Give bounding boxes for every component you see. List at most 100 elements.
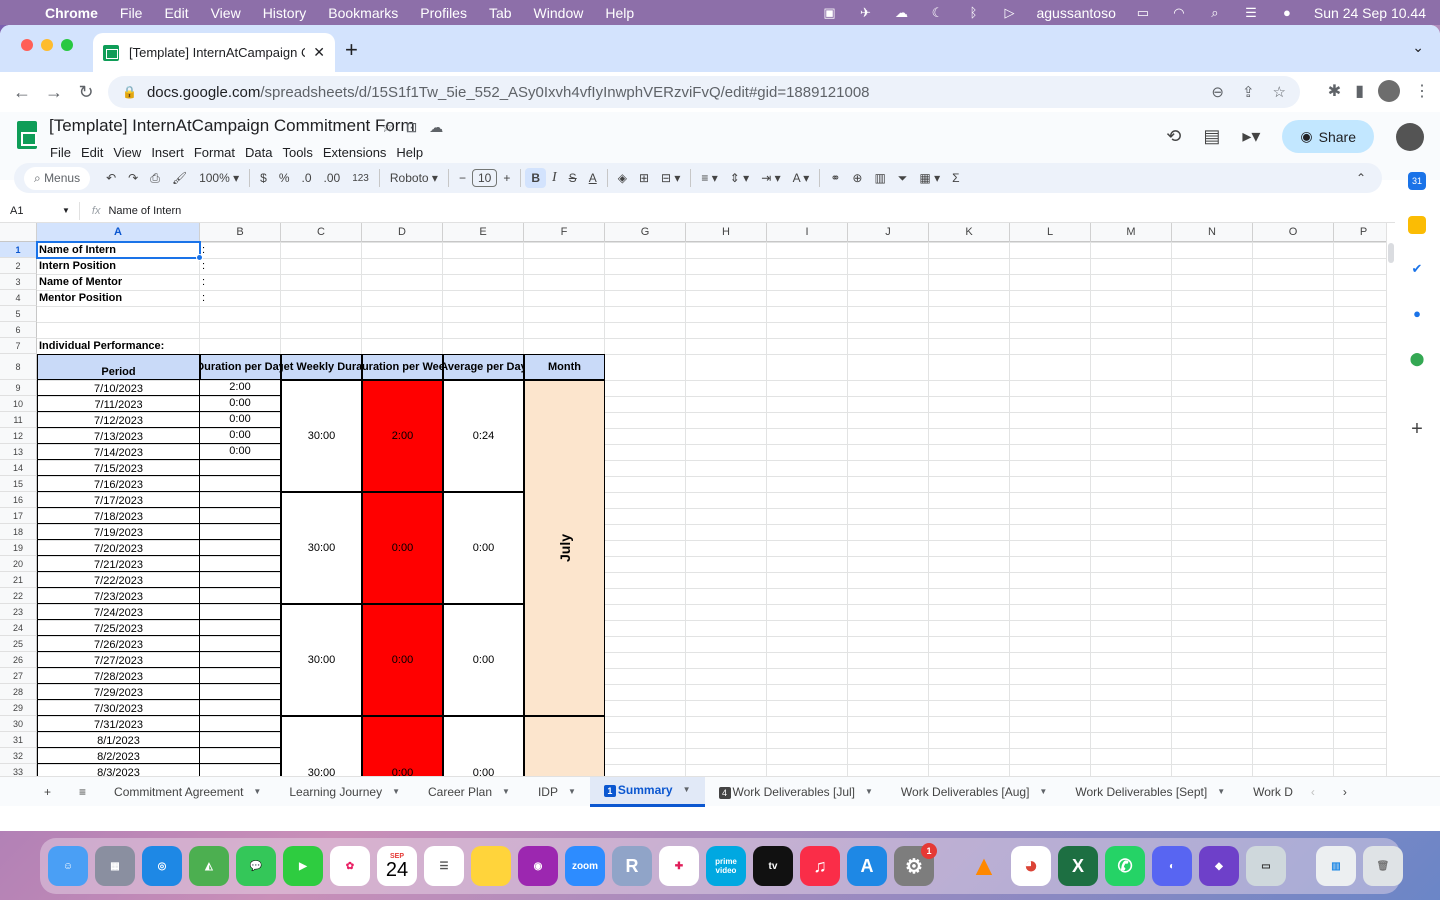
period-date-cell[interactable]: 7/28/2023 [37, 668, 200, 684]
system-settings-icon[interactable]: ⚙ 1 [894, 843, 937, 886]
menu-app-name[interactable]: Chrome [29, 5, 109, 21]
row-header-29[interactable]: 29 [0, 700, 37, 716]
period-date-cell[interactable]: 8/2/2023 [37, 748, 200, 764]
docs-menu-help[interactable]: Help [396, 145, 429, 160]
duration-cell[interactable] [200, 604, 281, 620]
move-folder-icon[interactable]: ⊡ [406, 119, 418, 136]
average-per-day-cell[interactable]: 0:24 [443, 380, 524, 492]
add-sheet-icon[interactable]: + [0, 777, 65, 807]
all-sheets-icon[interactable]: ≡ [65, 777, 100, 807]
collapse-toolbar-icon[interactable]: ⌃ [1350, 171, 1372, 185]
period-date-cell[interactable]: 7/31/2023 [37, 716, 200, 732]
downloads-stack-icon[interactable]: ▥ [1316, 846, 1356, 886]
finder-icon[interactable]: ☺ [48, 846, 88, 886]
header-duration-per-week[interactable]: Duration per Week [362, 354, 443, 380]
period-date-cell[interactable]: 7/13/2023 [37, 428, 200, 444]
duration-cell[interactable] [200, 508, 281, 524]
sheet-tab[interactable]: Work D [1239, 777, 1297, 807]
row-header-14[interactable]: 14 [0, 460, 37, 476]
font-size-increase-icon[interactable]: + [497, 171, 516, 185]
formula-input[interactable]: Name of Intern [108, 205, 181, 217]
menu-view[interactable]: View [200, 5, 252, 21]
month-cell[interactable]: July [524, 380, 605, 716]
tab-menu-icon[interactable]: ▼ [683, 775, 691, 805]
row-header-19[interactable]: 19 [0, 540, 37, 556]
column-header-c[interactable]: C [281, 223, 362, 242]
insert-chart-icon[interactable]: ▥ [868, 171, 891, 185]
tasks-icon[interactable]: ✔ [1408, 260, 1426, 278]
reminders-icon[interactable]: ☰ [424, 846, 464, 886]
row-header-11[interactable]: 11 [0, 412, 37, 428]
row-header-3[interactable]: 3 [0, 274, 37, 290]
podcasts-icon[interactable]: ◉ [518, 846, 558, 886]
zoom-app-icon[interactable]: zoom [565, 846, 605, 886]
duration-cell[interactable]: 0:00 [200, 412, 281, 428]
row-header-30[interactable]: 30 [0, 716, 37, 732]
excel-icon[interactable]: X [1058, 846, 1098, 886]
docs-menu-tools[interactable]: Tools [282, 145, 318, 160]
whatsapp-icon[interactable]: ✆ [1105, 846, 1145, 886]
row-header-7[interactable]: 7 [0, 338, 37, 354]
menu-edit[interactable]: Edit [153, 5, 199, 21]
period-date-cell[interactable]: 7/27/2023 [37, 652, 200, 668]
duration-cell[interactable]: 0:00 [200, 444, 281, 460]
period-date-cell[interactable]: 7/16/2023 [37, 476, 200, 492]
period-date-cell[interactable]: 7/10/2023 [37, 380, 200, 396]
sheet-tab[interactable]: Commitment Agreement ▼ [100, 777, 275, 807]
duration-per-week-cell[interactable]: 0:00 [362, 604, 443, 716]
url-bar[interactable]: 🔒 docs.google.com/spreadsheets/d/15S1f1T… [108, 76, 1300, 108]
redo-icon[interactable]: ↷ [122, 171, 144, 185]
column-header-k[interactable]: K [929, 223, 1010, 242]
section-title[interactable]: Individual Performance: [37, 338, 281, 354]
docs-menu-extensions[interactable]: Extensions [323, 145, 393, 160]
column-header-b[interactable]: B [200, 223, 281, 242]
spotlight-icon[interactable]: ⌕ [1206, 5, 1224, 20]
duration-cell[interactable] [200, 700, 281, 716]
play-icon[interactable]: ▷ [1000, 5, 1018, 20]
percent-button[interactable]: % [273, 171, 296, 185]
duration-cell[interactable]: 2:00 [200, 380, 281, 396]
siri-icon[interactable]: ● [1278, 5, 1296, 20]
vertical-align-icon[interactable]: ⇕ ▾ [724, 171, 755, 185]
font-select[interactable]: Roboto ▾ [384, 171, 444, 185]
header-average-per-day[interactable]: Average per Day [443, 354, 524, 380]
sheet-tab-active[interactable]: 1 Summary ▼ [589, 775, 705, 807]
spreadsheet-grid[interactable]: ABCDEFGHIJKLMNOP 1 2 3 4 5 6 7 8 9 10 11 12 13 14 15 16… [0, 223, 1386, 790]
row-header-25[interactable]: 25 [0, 636, 37, 652]
row-header-16[interactable]: 16 [0, 492, 37, 508]
forward-icon[interactable]: → [38, 82, 70, 103]
duration-cell[interactable] [200, 684, 281, 700]
colon-cell[interactable]: : [200, 290, 281, 306]
duration-cell[interactable] [200, 556, 281, 572]
currency-button[interactable]: $ [254, 171, 273, 185]
tab-menu-icon[interactable]: ▼ [1039, 777, 1047, 807]
period-date-cell[interactable]: 7/18/2023 [37, 508, 200, 524]
header-period[interactable]: Period [37, 354, 200, 380]
label-cell[interactable]: Name of Mentor [37, 274, 200, 290]
period-date-cell[interactable]: 7/12/2023 [37, 412, 200, 428]
decrease-decimal-button[interactable]: .0 [295, 171, 317, 185]
functions-icon[interactable]: Σ [946, 171, 965, 185]
duration-cell[interactable] [200, 540, 281, 556]
duration-cell[interactable]: 0:00 [200, 428, 281, 444]
contacts-icon[interactable]: ● [1408, 305, 1426, 323]
github-desktop-icon[interactable]: ◆ [1199, 846, 1239, 886]
italic-button[interactable]: I [546, 170, 563, 186]
font-size-input[interactable]: 10 [471, 169, 498, 187]
lock-icon[interactable]: 🔒 [122, 85, 137, 99]
text-rotation-icon[interactable]: A ▾ [787, 171, 816, 185]
column-header-m[interactable]: M [1091, 223, 1172, 242]
tool-icon[interactable]: ✈ [856, 5, 874, 20]
colon-cell[interactable]: : [200, 258, 281, 274]
column-header-a[interactable]: A [37, 223, 200, 242]
messages-icon[interactable]: 💬 [236, 846, 276, 886]
comments-icon[interactable]: ▤ [1203, 126, 1220, 147]
merge-cells-icon[interactable]: ⊟ ▾ [655, 171, 686, 185]
docs-menu-insert[interactable]: Insert [151, 145, 190, 160]
extensions-icon[interactable]: ✱ [1328, 81, 1341, 101]
vertical-scrollbar[interactable] [1386, 223, 1395, 790]
average-per-day-cell[interactable]: 0:00 [443, 492, 524, 604]
facetime-icon[interactable]: ▶ [283, 846, 323, 886]
filter-views-icon[interactable]: ▦ ▾ [913, 171, 946, 185]
horizontal-align-icon[interactable]: ≡ ▾ [695, 171, 723, 185]
